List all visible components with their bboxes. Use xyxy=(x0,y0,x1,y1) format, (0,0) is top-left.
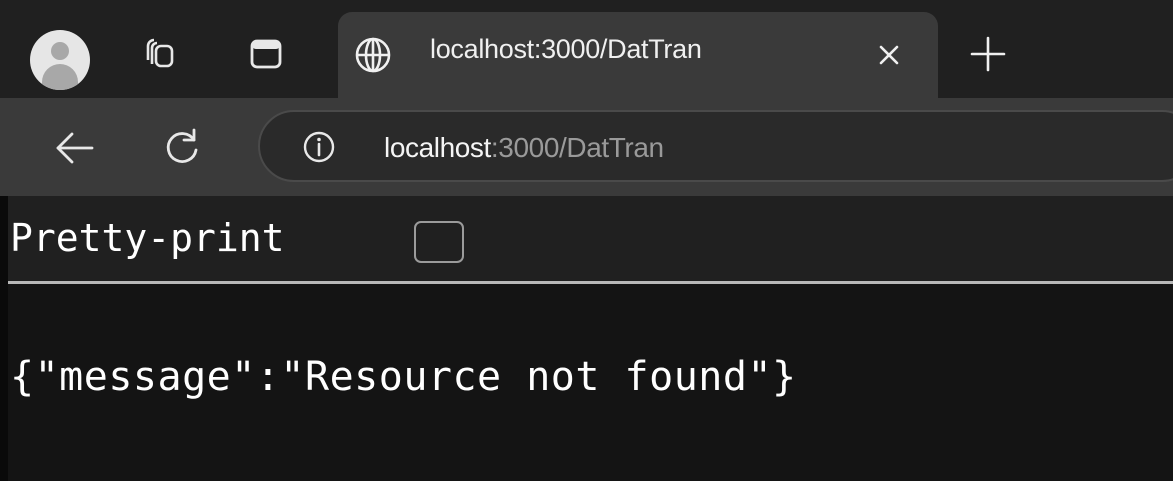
vertical-tabs-icon xyxy=(250,39,282,69)
tab-strip: localhost:3000/DatTran xyxy=(0,0,1173,98)
pretty-print-checkbox[interactable] xyxy=(414,221,464,263)
workspaces-button[interactable] xyxy=(124,18,196,90)
reload-icon[interactable] xyxy=(162,128,202,168)
info-icon[interactable] xyxy=(302,130,336,164)
pretty-print-bar: Pretty-print xyxy=(8,196,1173,284)
workspaces-icon xyxy=(146,38,174,68)
pretty-print-label: Pretty-print xyxy=(10,216,285,260)
address-bar[interactable]: localhost:3000/DatTran xyxy=(258,110,1173,182)
page-content: Pretty-print {"message":"Resource not fo… xyxy=(8,196,1173,481)
vertical-tabs-button[interactable] xyxy=(230,18,302,90)
avatar-head xyxy=(51,42,69,60)
tab-active[interactable]: localhost:3000/DatTran xyxy=(338,12,938,98)
url-host: localhost xyxy=(384,132,491,163)
browser-window: localhost:3000/DatTran localhost:3000/Da… xyxy=(0,0,1173,481)
globe-icon xyxy=(355,37,391,73)
navigation-toolbar: localhost:3000/DatTran xyxy=(0,98,1173,196)
profile-avatar-icon[interactable] xyxy=(30,30,90,90)
new-tab-icon[interactable] xyxy=(968,34,1008,74)
address-url: localhost:3000/DatTran xyxy=(384,132,664,164)
tab-title: localhost:3000/DatTran xyxy=(430,34,702,64)
avatar-body xyxy=(42,64,78,90)
back-arrow-icon[interactable] xyxy=(52,130,96,166)
url-path: :3000/DatTran xyxy=(490,132,664,163)
close-icon[interactable] xyxy=(874,40,904,70)
json-response-text: {"message":"Resource not found"} xyxy=(10,354,797,400)
